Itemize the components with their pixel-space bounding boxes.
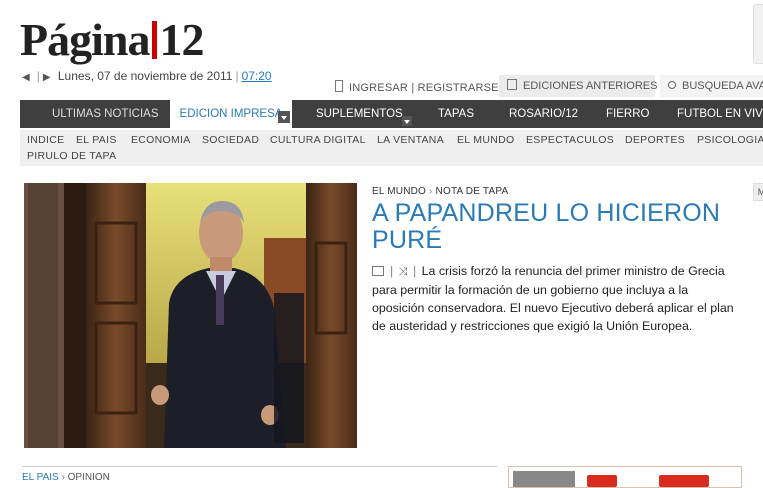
prev-day-icon[interactable]: ◀ [22,72,30,83]
nav-item-tapas[interactable]: TAPAS [438,100,474,128]
sub-item-cultura-digital[interactable]: CULTURA DIGITAL [270,134,366,146]
sub-item-espectaculos[interactable]: ESPECTACULOS [526,134,614,146]
sub-item-indice[interactable]: INDICE [27,134,64,146]
sub-item-el-mundo[interactable]: EL MUNDO [457,134,514,146]
nav-item-fierro[interactable]: FIERRO [606,100,649,128]
search-tab[interactable]: BUSQUEDA AVA [660,75,763,97]
current-date: Lunes, 07 de noviembre de 2011 [57,69,233,83]
user-icon [335,80,343,92]
editions-tab[interactable]: EDICIONES ANTERIORES [499,75,658,97]
article-subsection: NOTA DE TAPA [435,186,509,197]
article-section-link[interactable]: EL MUNDO [372,186,426,197]
article-kicker: EL MUNDO › NOTA DE TAPA [372,186,508,197]
summary-text: La crisis forzó la renuncia del primer m… [372,264,734,333]
nav-item-suplementos[interactable]: SUPLEMENTOS [316,100,403,128]
user-links: INGRESAR | REGISTRARSE [335,80,499,94]
section-nav: INDICE EL PAIS ECONOMIA SOCIEDAD CULTURA… [20,130,763,166]
divider: | [235,69,239,83]
logo-bar [152,21,158,59]
next-article-kicker: EL PAIS › OPINION [22,472,110,483]
nav-item-edicion-impresa[interactable]: EDICION IMPRESA [170,100,292,130]
divider: | [36,69,40,83]
print-icon[interactable] [372,266,384,276]
chevron-down-icon[interactable] [402,108,412,126]
next-article-subsection: OPINION [67,472,110,483]
chevron-down-icon[interactable] [278,111,290,123]
sub-item-sociedad[interactable]: SOCIEDAD [202,134,259,146]
search-icon [668,81,676,89]
next-day-icon[interactable]: ▶ [43,72,51,83]
register-link[interactable]: REGISTRARSE [418,82,499,94]
next-article-section[interactable]: EL PAIS [22,472,59,483]
sub-item-economia[interactable]: ECONOMIA [131,134,191,146]
nav-item-futbol-en-vivo[interactable]: FUTBOL EN VIVO [677,100,763,128]
sub-item-psicologia[interactable]: PSICOLOGIA [697,134,763,146]
promo-graphic [659,475,709,487]
share-icon[interactable]: ⤨ [399,266,408,278]
current-time[interactable]: 07:20 [242,69,272,83]
sub-item-deportes[interactable]: DEPORTES [625,134,685,146]
promo-banner[interactable] [508,466,742,488]
breadcrumb-separator: › [429,186,433,197]
article-summary: | ⤨ | La crisis forzó la renuncia del pr… [372,262,742,335]
breadcrumb-separator: › [61,472,65,483]
sub-item-la-ventana[interactable]: LA VENTANA [377,134,444,146]
side-tab[interactable]: M [753,183,763,201]
date-bar: ◀ | ▶ Lunes, 07 de noviembre de 2011 | 07:20 [22,69,272,83]
site-logo[interactable]: Página 12 [20,14,204,66]
article-photo[interactable] [24,183,357,448]
calendar-icon [507,79,517,90]
top-right-panel [753,4,763,64]
nav-item-rosario12[interactable]: ROSARIO/12 [509,100,578,128]
promo-graphic [587,475,617,487]
divider: | [390,264,394,278]
logo-text: Página [20,14,150,65]
divider: | [412,264,417,278]
sub-item-el-pais[interactable]: EL PAIS [76,134,117,146]
nav-item-ultimas-noticias[interactable]: ULTIMAS NOTICIAS [52,100,159,128]
editions-label: EDICIONES ANTERIORES [523,80,658,92]
logo-number: 12 [159,14,204,65]
main-nav: ULTIMAS NOTICIAS EDICION IMPRESA SUPLEME… [20,100,763,130]
sub-item-pirulo-de-tapa[interactable]: PIRULO DE TAPA [27,150,116,162]
search-label: BUSQUEDA AVA [682,80,763,92]
photo-illustration [24,183,357,448]
article-headline[interactable]: A PAPANDREU LO HICIERON PURÉ [372,200,742,254]
divider: | [411,82,415,94]
login-link[interactable]: INGRESAR [349,82,408,94]
section-divider [22,466,497,467]
